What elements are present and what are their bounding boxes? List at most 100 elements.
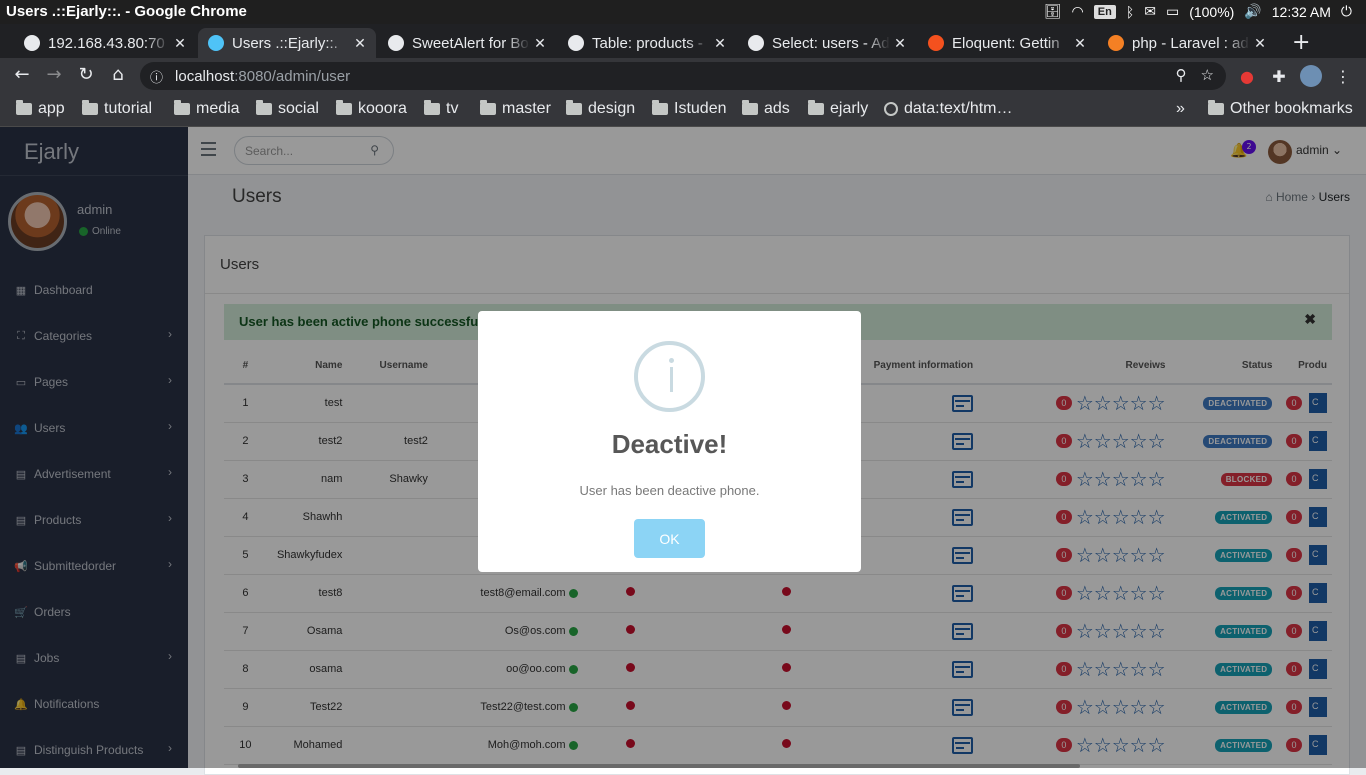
- bluetooth-icon[interactable]: ᛒ: [1126, 4, 1134, 20]
- tab-close-icon[interactable]: ✕: [710, 35, 730, 52]
- tab-label: Table: products -: [592, 34, 703, 52]
- ubuntu-updates-icon[interactable]: 🗄: [1044, 3, 1062, 20]
- bookmark-label: master: [502, 100, 551, 117]
- url-host: localhost: [175, 67, 235, 85]
- bookmarks-overflow-button[interactable]: »: [1176, 100, 1185, 118]
- info-icon: [634, 341, 705, 412]
- bookmark-11[interactable]: ejarly: [808, 100, 868, 118]
- tab-close-icon[interactable]: ✕: [890, 35, 910, 52]
- volume-icon[interactable]: 🔊: [1244, 3, 1261, 20]
- home-icon[interactable]: ⌂: [106, 64, 130, 85]
- tab-label: Select: users - Ad: [772, 34, 890, 52]
- bookmark-3[interactable]: media: [174, 100, 240, 118]
- new-tab-button[interactable]: +: [1292, 30, 1310, 55]
- tab-label: Users .::Ejarly::.: [232, 34, 338, 52]
- bookmark-label: Istuden: [674, 100, 727, 117]
- keyboard-language[interactable]: En: [1093, 4, 1116, 19]
- tab-7[interactable]: php - Laravel : ad ✕: [1098, 28, 1276, 58]
- profile-avatar[interactable]: [1300, 65, 1322, 87]
- bookmark-label: app: [38, 100, 65, 117]
- modal-title: Deactive!: [611, 429, 728, 459]
- tab-favicon-icon: [24, 35, 40, 51]
- mail-icon[interactable]: ✉: [1144, 3, 1156, 20]
- other-bookmarks-label: Other bookmarks: [1230, 100, 1353, 117]
- tab-favicon-icon: [388, 35, 404, 51]
- tab-label: SweetAlert for Bo: [412, 34, 529, 52]
- tab-close-icon[interactable]: ✕: [170, 35, 190, 52]
- bookmark-1[interactable]: app: [16, 100, 65, 118]
- tab-6[interactable]: Eloquent: Gettin ✕: [918, 28, 1096, 58]
- folder-icon: [566, 100, 582, 115]
- tab-label: 192.168.43.80:70: [48, 34, 165, 52]
- bookmark-label: kooora: [358, 100, 407, 117]
- browser-toolbar: ← → ↻ ⌂ ⓘ localhost :8080/admin/user ⚲ ☆…: [0, 58, 1366, 94]
- bookmark-star-icon[interactable]: ☆: [1201, 66, 1214, 84]
- folder-icon: [16, 100, 32, 115]
- tab-close-icon[interactable]: ✕: [1250, 35, 1270, 52]
- window-title: Users .::Ejarly::. - Google Chrome: [6, 3, 247, 20]
- folder-icon: [82, 100, 98, 115]
- power-icon[interactable]: ⏻: [1341, 3, 1352, 20]
- tab-favicon-icon: [748, 35, 764, 51]
- wifi-icon[interactable]: ◠: [1072, 3, 1084, 20]
- bookmark-12[interactable]: data:text/htm…: [884, 100, 1013, 118]
- bookmark-8[interactable]: design: [566, 100, 635, 118]
- url-path: :8080/admin/user: [234, 67, 351, 85]
- os-top-bar: Users .::Ejarly::. - Google Chrome 🗄 ◠ E…: [0, 0, 1366, 24]
- bookmark-2[interactable]: tutorial: [82, 100, 152, 118]
- adblock-icon[interactable]: ●: [1236, 65, 1258, 87]
- tab-favicon-icon: [568, 35, 584, 51]
- bookmarks-bar: app tutorial media social kooora tv master desi…: [0, 94, 1366, 127]
- clock[interactable]: 12:32 AM: [1272, 4, 1331, 20]
- tab-close-icon[interactable]: ✕: [530, 35, 550, 52]
- sweetalert-modal: Deactive! User has been deactive phone. …: [478, 311, 861, 572]
- modal-text: User has been deactive phone.: [579, 483, 760, 498]
- system-tray: 🗄 ◠ En ᛒ ✉ ▭ (100%) 🔊 12:32 AM ⏻: [1044, 3, 1352, 20]
- tab-favicon-icon: [1108, 35, 1124, 51]
- folder-icon: [742, 100, 758, 115]
- bookmark-10[interactable]: ads: [742, 100, 790, 118]
- battery-icon[interactable]: ▭: [1166, 3, 1179, 20]
- tab-close-icon[interactable]: ✕: [350, 35, 370, 52]
- folder-icon: [256, 100, 272, 115]
- tab-1[interactable]: 192.168.43.80:70 ✕: [14, 28, 196, 58]
- ok-button[interactable]: OK: [634, 519, 705, 558]
- site-info-icon[interactable]: ⓘ: [150, 67, 163, 86]
- tab-close-icon[interactable]: ✕: [1070, 35, 1090, 52]
- tab-label: php - Laravel : ad: [1132, 34, 1249, 52]
- folder-icon: [424, 100, 440, 115]
- bookmark-7[interactable]: master: [480, 100, 551, 118]
- reload-icon[interactable]: ↻: [74, 64, 98, 85]
- menu-kebab-icon[interactable]: ⋮: [1332, 65, 1354, 87]
- bookmark-6[interactable]: tv: [424, 100, 458, 118]
- tab-3[interactable]: SweetAlert for Bo ✕: [378, 28, 556, 58]
- folder-icon: [1208, 100, 1224, 115]
- extensions-icon[interactable]: ✚: [1268, 65, 1290, 87]
- bookmark-label: media: [196, 100, 240, 117]
- address-bar[interactable]: ⓘ localhost :8080/admin/user ⚲ ☆: [140, 62, 1226, 90]
- folder-icon: [480, 100, 496, 115]
- tab-4[interactable]: Table: products - ✕: [558, 28, 736, 58]
- folder-icon: [808, 100, 824, 115]
- back-icon[interactable]: ←: [10, 64, 34, 85]
- tab-5[interactable]: Select: users - Ad ✕: [738, 28, 916, 58]
- other-bookmarks[interactable]: Other bookmarks: [1208, 100, 1353, 118]
- bookmark-label: design: [588, 100, 636, 117]
- bookmark-5[interactable]: kooora: [336, 100, 407, 118]
- tab-label: Eloquent: Gettin: [952, 34, 1060, 52]
- tab-2[interactable]: Users .::Ejarly::. ✕: [198, 28, 376, 58]
- bookmark-label: ads: [764, 100, 790, 117]
- bookmark-label: tutorial: [104, 100, 153, 117]
- bookmark-label: social: [278, 100, 319, 117]
- bookmark-label: tv: [446, 100, 459, 117]
- tab-favicon-icon: [928, 35, 944, 51]
- folder-icon: [174, 100, 190, 115]
- bookmark-9[interactable]: Istuden: [652, 100, 726, 118]
- bookmark-label: ejarly: [830, 100, 869, 117]
- globe-icon: [884, 102, 898, 116]
- bookmark-4[interactable]: social: [256, 100, 319, 118]
- forward-icon[interactable]: →: [42, 64, 66, 85]
- zoom-icon[interactable]: ⚲: [1176, 66, 1187, 84]
- tab-strip: 192.168.43.80:70 ✕ Users .::Ejarly::. ✕ Swee…: [0, 24, 1366, 58]
- battery-percent: (100%): [1189, 3, 1235, 20]
